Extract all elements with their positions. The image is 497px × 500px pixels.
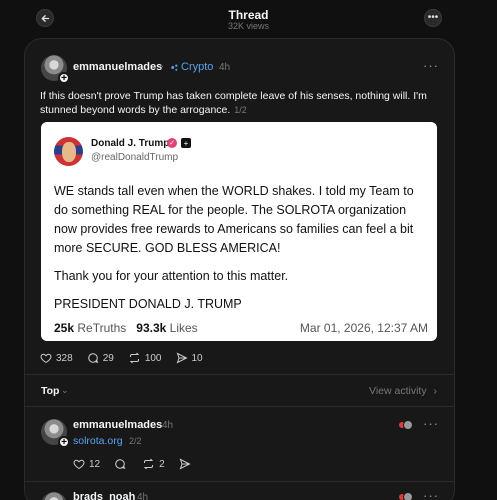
embed-body: WE stands tall even when the WORLD shake… (54, 182, 430, 323)
heart-icon (73, 459, 85, 470)
follow-plus-icon[interactable]: + (58, 72, 70, 84)
verified-badge-icon: ✓ (167, 138, 177, 148)
comment-icon (87, 353, 99, 364)
embed-signature: PRESIDENT DONALD J. TRUMP (54, 297, 242, 311)
embed-avatar (54, 137, 83, 166)
post-actions: 328 29 100 10 (40, 352, 217, 364)
group-badge-icon: + (181, 138, 191, 148)
share-count: 10 (191, 352, 203, 364)
topic-icon (171, 64, 178, 71)
reply-page-indicator: 2/2 (129, 436, 142, 446)
post-text: If this doesn't prove Trump has taken co… (40, 89, 435, 117)
sort-selector[interactable]: Top (41, 385, 59, 397)
reply-actions: 12 2 (73, 458, 209, 470)
post-time: 4h (219, 62, 231, 73)
divider (24, 374, 455, 375)
embed-likes-count: 93.3k (136, 321, 167, 335)
view-count: 32K views (227, 21, 270, 31)
reply-link[interactable]: solrota.org (73, 435, 123, 447)
chevron-down-icon[interactable]: ⌄ (61, 385, 69, 396)
reply-time: 4h (162, 420, 174, 431)
heart-icon (40, 353, 52, 364)
reply-repost-count: 2 (159, 458, 165, 470)
embed-author-name: Donald J. Trump (91, 138, 170, 149)
embed-paragraph: Thank you for your attention to this mat… (54, 269, 289, 283)
page-title: Thread (228, 8, 269, 22)
topic-tag[interactable]: Crypto (181, 61, 213, 73)
view-activity-link[interactable]: View activity › (369, 385, 437, 397)
thread-options-button[interactable]: ••• (424, 9, 442, 27)
reply-like-count: 12 (89, 458, 101, 470)
reply-username[interactable]: emmanuelmades (73, 419, 162, 431)
reply-time: 4h (137, 492, 149, 500)
embed-date: Mar 01, 2026, 12:37 AM (299, 321, 428, 335)
repost-count: 100 (144, 352, 162, 364)
reply-more-icon[interactable]: ··· (423, 488, 439, 500)
reply-like-button[interactable]: 12 (73, 458, 100, 470)
divider (24, 481, 455, 482)
share-button[interactable]: 10 (176, 352, 203, 364)
follow-plus-icon[interactable]: + (58, 436, 70, 448)
send-icon (179, 458, 191, 470)
reply-participants (399, 420, 415, 430)
reply-avatar[interactable]: + (41, 419, 70, 448)
embed-stats: 25k ReTruths 93.3k Likes (54, 321, 198, 335)
more-icon: ••• (427, 12, 439, 23)
reply-share-button[interactable] (179, 458, 195, 470)
reply-count: 29 (102, 352, 114, 364)
reply-more-icon[interactable]: ··· (423, 416, 439, 431)
reply-button[interactable]: 29 (87, 352, 114, 364)
repost-icon (143, 458, 154, 470)
chevron-right-icon: › (433, 385, 438, 397)
reply-participants (399, 492, 415, 500)
post-page-indicator: 1/2 (234, 105, 247, 115)
reply-comment-button[interactable] (114, 458, 130, 470)
reply-username[interactable]: brads_noah (73, 491, 135, 500)
like-button[interactable]: 328 (40, 352, 73, 364)
comment-icon (115, 459, 126, 470)
chevron-right-icon: › (160, 61, 164, 72)
embed-paragraph: WE stands tall even when the WORLD shake… (54, 184, 414, 255)
avatar[interactable]: + (41, 55, 70, 84)
reply-repost-button[interactable]: 2 (142, 458, 165, 470)
view-activity-label: View activity (369, 385, 427, 397)
divider (24, 406, 455, 407)
retruths-label: ReTruths (77, 321, 127, 335)
embed-handle: @realDonaldTrump (91, 152, 179, 163)
retruths-count: 25k (54, 321, 75, 335)
embedded-post-card[interactable]: Donald J. Trump ✓ + @realDonaldTrump WE … (41, 122, 437, 341)
top-bar: Thread 32K views ••• (0, 0, 497, 38)
repost-button[interactable]: 100 (128, 352, 162, 364)
send-icon (176, 352, 188, 364)
like-count: 328 (56, 352, 73, 364)
post-more-icon[interactable]: ··· (423, 58, 439, 73)
repost-icon (129, 352, 140, 364)
post-username[interactable]: emmanuelmades (73, 61, 162, 73)
embed-likes-label: Likes (169, 321, 198, 335)
